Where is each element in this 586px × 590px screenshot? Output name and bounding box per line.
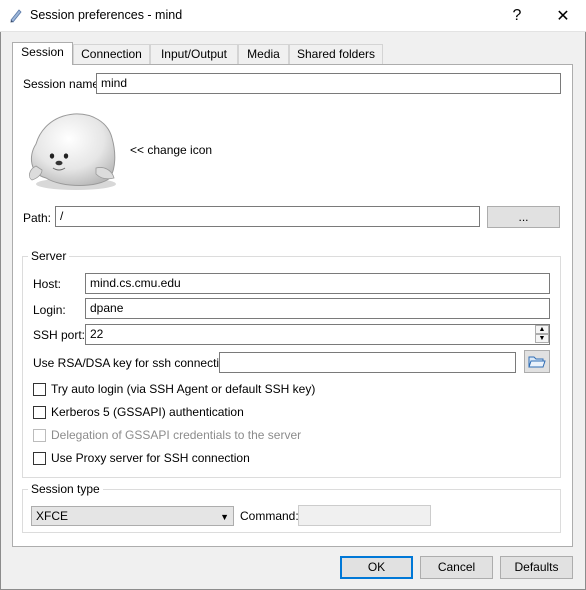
tab-shared-folders[interactable]: Shared folders [289,44,383,64]
ssh-port-input[interactable]: 22 [85,324,550,345]
seal-icon[interactable] [26,108,120,192]
server-group-title: Server [28,249,70,263]
command-input [298,505,431,526]
auto-login-checkbox[interactable]: Try auto login (via SSH Agent or default… [33,381,315,397]
browse-path-button[interactable]: ... [487,206,560,228]
checkbox-box[interactable] [33,382,46,396]
tab-session[interactable]: Session [12,42,73,65]
session-name-label: Session name: [23,77,103,91]
path-input[interactable]: / [55,206,480,227]
rsa-key-label: Use RSA/DSA key for ssh connection: [33,356,236,370]
proxy-checkbox[interactable]: Use Proxy server for SSH connection [33,450,250,466]
folder-open-icon [528,356,546,368]
help-button[interactable]: ? [494,0,540,32]
host-input[interactable]: mind.cs.cmu.edu [85,273,550,294]
change-icon-label[interactable]: << change icon [130,143,212,157]
spin-up-icon[interactable]: ▲ [535,325,549,334]
login-input[interactable]: dpane [85,298,550,319]
ssh-port-spinner[interactable]: ▲ ▼ [535,325,549,344]
session-type-group-title: Session type [28,482,103,496]
host-label: Host: [33,277,62,291]
session-type-value: XFCE [36,509,69,523]
session-type-select[interactable]: XFCE ▼ [31,506,234,526]
kerberos-checkbox[interactable]: Kerberos 5 (GSSAPI) authentication [33,404,244,420]
checkbox-box[interactable] [33,405,46,419]
help-icon: ? [512,7,522,24]
gssapi-delegation-checkbox: Delegation of GSSAPI credentials to the … [33,427,301,443]
close-button[interactable]: ✕ [540,0,586,32]
tab-input-output[interactable]: Input/Output [150,44,238,64]
ok-button[interactable]: OK [340,556,413,579]
kerberos-label: Kerberos 5 (GSSAPI) authentication [51,405,244,419]
rsa-key-input[interactable] [219,352,516,373]
ssh-port-label: SSH port: [33,328,86,342]
auto-login-label: Try auto login (via SSH Agent or default… [51,382,316,396]
defaults-button[interactable]: Defaults [500,556,573,579]
command-label: Command: [240,509,299,523]
pencil-icon [10,9,22,23]
path-label: Path: [23,211,52,225]
tab-bar: Session Connection Input/Output Media Sh… [12,42,392,65]
login-label: Login: [33,303,66,317]
rsa-key-browse-button[interactable] [524,350,550,373]
proxy-label: Use Proxy server for SSH connection [51,451,250,465]
checkbox-box[interactable] [33,451,46,465]
tab-connection[interactable]: Connection [73,44,150,64]
session-name-input[interactable]: mind [96,73,561,94]
window-title: Session preferences - mind [30,8,183,22]
checkbox-box [33,428,46,442]
cancel-button[interactable]: Cancel [420,556,493,579]
tab-media[interactable]: Media [238,44,289,64]
close-icon: ✕ [556,8,570,25]
gssapi-delegation-label: Delegation of GSSAPI credentials to the … [51,428,302,442]
spin-down-icon[interactable]: ▼ [535,334,549,343]
chevron-down-icon: ▼ [220,512,229,522]
